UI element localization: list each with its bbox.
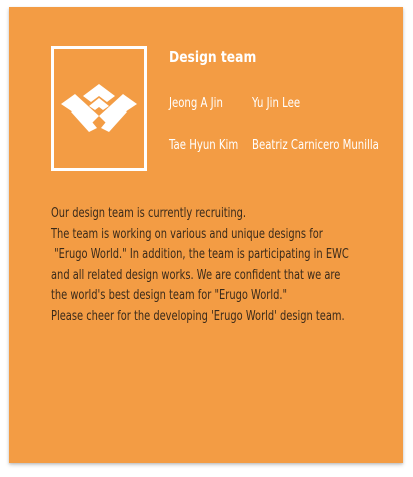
description-line: "Erugo World." In addition, the team is …	[51, 247, 349, 262]
member-name: Tae Hyun Kim	[169, 138, 239, 153]
design-team-card: Design team Jeong A Jin Yu Jin Lee Tae H…	[9, 7, 403, 463]
member-name: Beatriz Carnicero Munilla	[252, 138, 379, 153]
description-line: The team is working on various and uniqu…	[51, 226, 323, 242]
description-line: Please cheer for the developing 'Erugo W…	[51, 308, 345, 324]
member-name: Yu Jin Lee	[252, 96, 301, 111]
description-line: and all related design works. We are con…	[51, 267, 341, 283]
team-description: Our design team is currently recruiting.…	[51, 204, 391, 327]
team-title: Design team	[169, 48, 257, 66]
description-line: the world's best design team for "Erugo …	[51, 288, 288, 303]
member-name: Jeong A Jin	[169, 96, 223, 111]
description-line: Our design team is currently recruiting.	[51, 206, 247, 221]
team-logo-frame	[51, 46, 147, 171]
erugo-world-logo-icon	[61, 84, 137, 132]
